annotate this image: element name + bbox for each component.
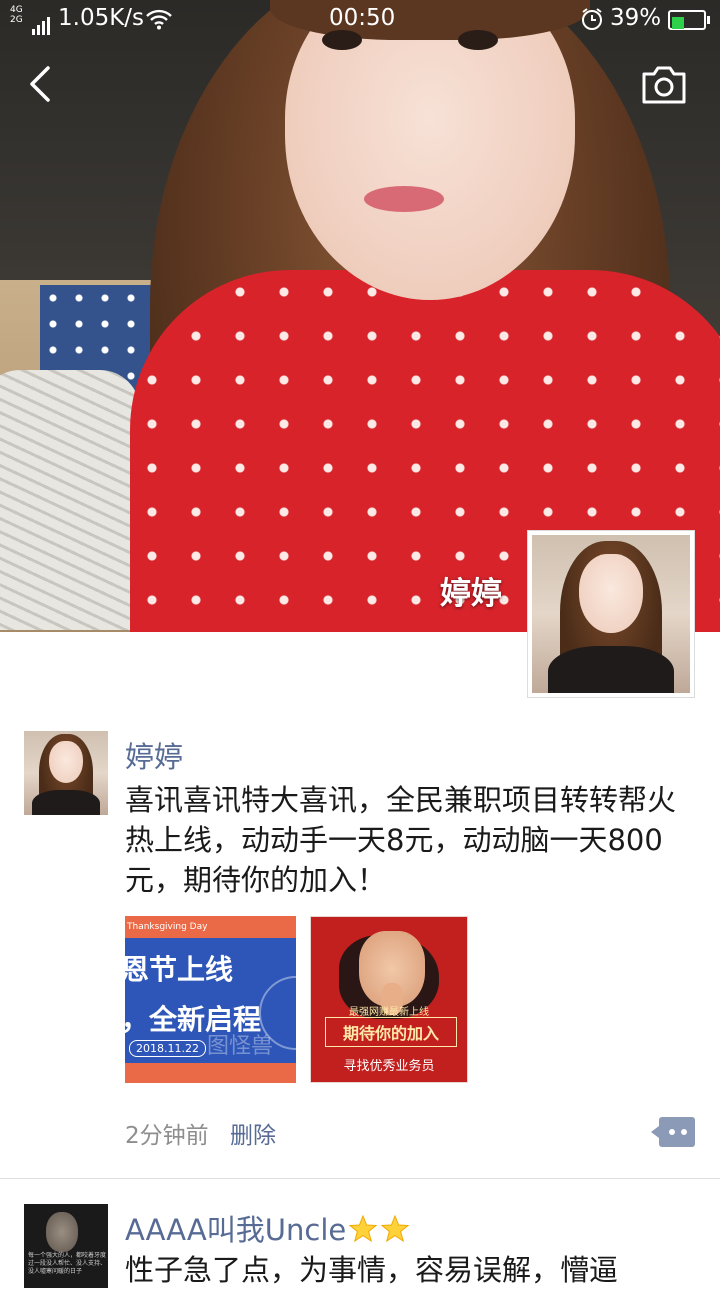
status-bar: 4G 2G 1.05K/s 00:50 39%	[0, 0, 720, 40]
battery-percent: 39%	[610, 5, 662, 31]
network-speed: 1.05K/s	[58, 5, 145, 31]
wifi-icon	[146, 8, 172, 36]
signal-icon	[32, 9, 52, 35]
more-dots-icon	[659, 1117, 695, 1147]
avatar-image	[46, 1212, 78, 1252]
avatar-text: 每一个强大的人，都咬着牙度过一段没人帮忙、没人支持、没人嘘寒问暖的日子	[28, 1252, 107, 1275]
post-text: 喜讯喜讯特大喜讯，全民兼职项目转转帮火热上线，动动手一天8元，动动脑一天800元…	[125, 783, 677, 897]
post-avatar[interactable]: 每一个强大的人，都咬着牙度过一段没人帮忙、没人支持、没人嘘寒问暖的日子	[24, 1204, 108, 1288]
star-icon	[348, 1214, 378, 1243]
cover-lips	[364, 186, 444, 212]
image-caption: 寻找优秀业务员	[343, 1059, 435, 1074]
post-text: 性子急了点，为事情，容易误解，懵逼	[125, 1253, 619, 1287]
divider	[0, 1178, 720, 1179]
network-type-bottom: 2G	[10, 15, 23, 25]
post-author[interactable]: 婷婷	[125, 734, 183, 776]
post-image[interactable]: Thanksgiving Day 恩节上线 ，全新启程 2018.11.22 图…	[125, 916, 296, 1083]
image-caption: 最强网赚最新上线	[349, 1007, 429, 1018]
avatar-image	[24, 731, 108, 815]
image-watermark: 图怪兽	[207, 1034, 274, 1059]
camera-icon	[642, 66, 686, 104]
image-caption: Thanksgiving Day	[127, 922, 208, 932]
network-type: 4G 2G	[10, 5, 23, 25]
clock: 00:50	[329, 5, 396, 31]
cover-background-cushion	[0, 370, 140, 630]
post-image[interactable]: 最强网赚最新上线 期待你的加入 寻找优秀业务员	[310, 916, 468, 1083]
network-type-top: 4G	[10, 5, 23, 15]
alarm-icon	[580, 6, 604, 38]
profile-name: 婷婷	[440, 576, 502, 612]
post-author-name: AAAA叫我Uncle	[125, 1213, 347, 1247]
post-avatar[interactable]	[24, 731, 108, 815]
post-time: 2分钟前	[125, 1123, 209, 1149]
post-author[interactable]: AAAA叫我Uncle	[125, 1207, 410, 1249]
avatar-image	[532, 535, 690, 693]
back-button[interactable]	[22, 62, 62, 106]
delete-link[interactable]: 删除	[230, 1116, 276, 1150]
chevron-left-icon	[30, 66, 50, 102]
star-icon	[380, 1214, 410, 1243]
comment-button[interactable]	[651, 1117, 695, 1147]
image-headline: 恩节上线	[125, 953, 234, 986]
image-headline: 期待你的加入	[325, 1017, 457, 1047]
profile-avatar[interactable]	[527, 530, 695, 698]
image-date: 2018.11.22	[129, 1040, 206, 1057]
camera-button[interactable]	[640, 64, 688, 106]
battery-icon	[668, 10, 710, 30]
